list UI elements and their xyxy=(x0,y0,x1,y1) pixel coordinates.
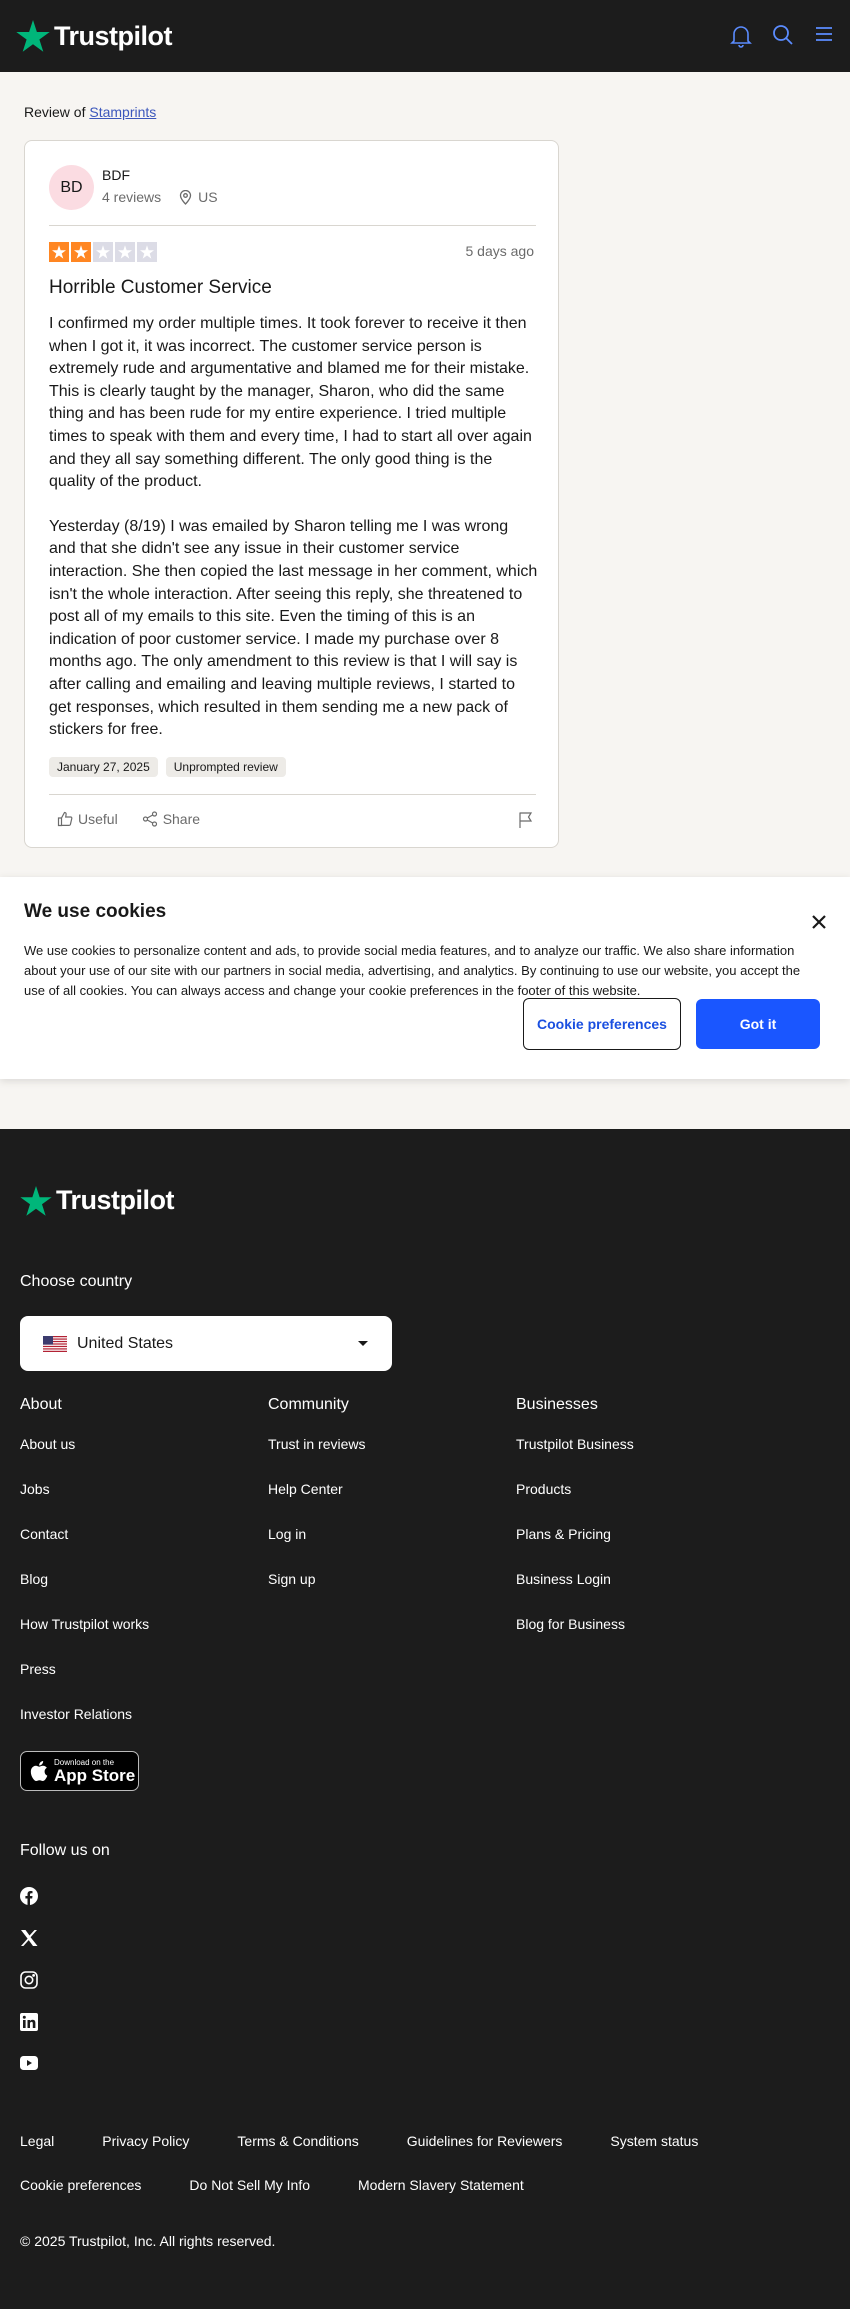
facebook-icon[interactable] xyxy=(20,1887,38,1905)
star-filled-icon xyxy=(49,242,69,262)
footer-link-guidelines-for-reviewers[interactable]: Guidelines for Reviewers xyxy=(407,2133,563,2149)
trustpilot-logo[interactable]: Trustpilot xyxy=(16,20,173,52)
chevron-down-icon xyxy=(358,1341,368,1346)
app-store-big-text: App Store xyxy=(54,1765,136,1785)
footer-link-trust-in-reviews[interactable]: Trust in reviews xyxy=(268,1436,366,1481)
footer-link-help-center[interactable]: Help Center xyxy=(268,1481,366,1526)
footer-link-about-us[interactable]: About us xyxy=(20,1436,149,1481)
reviewer-review-count: 4 reviews xyxy=(102,189,162,205)
country-selected: United States xyxy=(77,1334,174,1352)
thumbs-up-icon xyxy=(57,811,73,827)
star-empty-icon xyxy=(93,242,113,262)
review-title: Horrible Customer Service xyxy=(49,277,272,298)
avatar[interactable]: BD xyxy=(49,165,94,210)
footer-link-sign-up[interactable]: Sign up xyxy=(268,1571,366,1616)
footer-link-products[interactable]: Products xyxy=(516,1481,634,1526)
footer-link-cookie-preferences[interactable]: Cookie preferences xyxy=(20,2177,141,2193)
footer-column-title: About xyxy=(20,1396,62,1413)
star-empty-icon xyxy=(115,242,135,262)
footer-link-log-in[interactable]: Log in xyxy=(268,1526,366,1571)
review-paragraph: Yesterday (8/19) I was emailed by Sharon… xyxy=(49,517,538,739)
footer-link-how-trustpilot-works[interactable]: How Trustpilot works xyxy=(20,1616,149,1661)
footer-link-modern-slavery-statement[interactable]: Modern Slavery Statement xyxy=(358,2177,524,2193)
footer-link-plans-pricing[interactable]: Plans & Pricing xyxy=(516,1526,634,1571)
bell-icon[interactable] xyxy=(730,24,752,48)
star-empty-icon xyxy=(137,242,157,262)
footer-link-terms-conditions[interactable]: Terms & Conditions xyxy=(237,2133,358,2149)
company-link[interactable]: Stamprints xyxy=(89,104,156,120)
footer-link-business-login[interactable]: Business Login xyxy=(516,1571,634,1616)
footer-link-blog-for-business[interactable]: Blog for Business xyxy=(516,1616,634,1661)
share-icon xyxy=(142,811,157,827)
cookie-text: We use cookies to personalize content an… xyxy=(24,943,801,998)
footer-link-privacy-policy[interactable]: Privacy Policy xyxy=(102,2133,189,2149)
reviewer-name[interactable]: BDF xyxy=(102,167,130,183)
flag-icon[interactable] xyxy=(518,811,534,829)
x-icon[interactable] xyxy=(20,1929,38,1947)
country-select[interactable]: United States xyxy=(20,1316,392,1371)
footer-trustpilot-logo[interactable]: Trustpilot xyxy=(20,1185,175,1216)
review-paragraph: I confirmed my order multiple times. It … xyxy=(49,315,532,491)
footer-column-title: Community xyxy=(268,1396,349,1413)
footer-link-jobs[interactable]: Jobs xyxy=(20,1481,149,1526)
footer-link-do-not-sell-my-info[interactable]: Do Not Sell My Info xyxy=(189,2177,310,2193)
footer-brand-name: Trustpilot xyxy=(56,1185,175,1215)
youtube-icon[interactable] xyxy=(20,2056,38,2070)
legal-links-row-1: Legal Privacy Policy Terms & Conditions … xyxy=(20,2133,746,2149)
footer-link-blog[interactable]: Blog xyxy=(20,1571,149,1616)
footer-link-contact[interactable]: Contact xyxy=(20,1526,149,1571)
share-label: Share xyxy=(162,811,201,827)
cookie-preferences-button[interactable]: Cookie preferences xyxy=(523,998,681,1050)
footer-link-press[interactable]: Press xyxy=(20,1661,149,1706)
footer: Trustpilot Choose country United States … xyxy=(0,1129,850,2309)
useful-label: Useful xyxy=(78,811,118,827)
divider xyxy=(49,225,536,226)
share-button[interactable]: Share xyxy=(142,811,200,827)
footer-column-title: Businesses xyxy=(516,1396,598,1413)
apple-icon xyxy=(30,1761,48,1781)
reviewer-country: US xyxy=(198,189,218,205)
follow-us-label: Follow us on xyxy=(20,1842,110,1859)
review-of-prefix: Review of xyxy=(24,104,86,120)
hamburger-menu-icon[interactable] xyxy=(814,24,834,44)
choose-country-label: Choose country xyxy=(20,1273,133,1290)
location-pin-icon xyxy=(179,189,192,205)
close-icon[interactable] xyxy=(812,915,826,929)
us-flag-icon xyxy=(43,1335,67,1352)
linkedin-icon[interactable] xyxy=(20,2013,38,2031)
review-date-chip: January 27, 2025 xyxy=(49,757,158,777)
footer-link-legal[interactable]: Legal xyxy=(20,2133,54,2149)
star-filled-icon xyxy=(71,242,91,262)
got-it-button[interactable]: Got it xyxy=(696,999,820,1049)
copyright: © 2025 Trustpilot, Inc. All rights reser… xyxy=(20,2233,276,2249)
footer-link-trustpilot-business[interactable]: Trustpilot Business xyxy=(516,1436,634,1481)
cookie-banner: We use cookies We use cookies to persona… xyxy=(0,877,850,1079)
star-logo-icon xyxy=(16,20,50,52)
footer-column-community: Community Trust in reviews Help Center L… xyxy=(268,1396,366,1616)
footer-link-system-status[interactable]: System status xyxy=(610,2133,698,2149)
brand-name: Trustpilot xyxy=(54,20,173,51)
cookie-title: We use cookies xyxy=(24,901,167,922)
legal-links-row-2: Cookie preferences Do Not Sell My Info M… xyxy=(20,2177,572,2193)
footer-link-investor-relations[interactable]: Investor Relations xyxy=(20,1706,149,1751)
top-navbar: Trustpilot xyxy=(0,0,850,72)
star-logo-icon xyxy=(20,1185,52,1216)
app-store-badge[interactable]: Download on the App Store xyxy=(20,1751,139,1791)
footer-column-businesses: Businesses Trustpilot Business Products … xyxy=(516,1396,634,1661)
review-body: I confirmed my order multiple times. It … xyxy=(49,313,539,764)
search-icon[interactable] xyxy=(772,24,794,46)
instagram-icon[interactable] xyxy=(20,1971,38,1989)
useful-button[interactable]: Useful xyxy=(57,811,118,827)
review-of-breadcrumb: Review of Stamprints xyxy=(24,104,156,120)
review-time-ago: 5 days ago xyxy=(465,243,535,259)
review-type-chip[interactable]: Unprompted review xyxy=(165,757,286,777)
star-rating xyxy=(49,242,157,262)
footer-column-about: About About us Jobs Contact Blog How Tru… xyxy=(20,1396,149,1751)
review-card: BD BDF 4 reviews US 5 days ago Horrible … xyxy=(24,140,559,848)
divider xyxy=(49,794,536,795)
